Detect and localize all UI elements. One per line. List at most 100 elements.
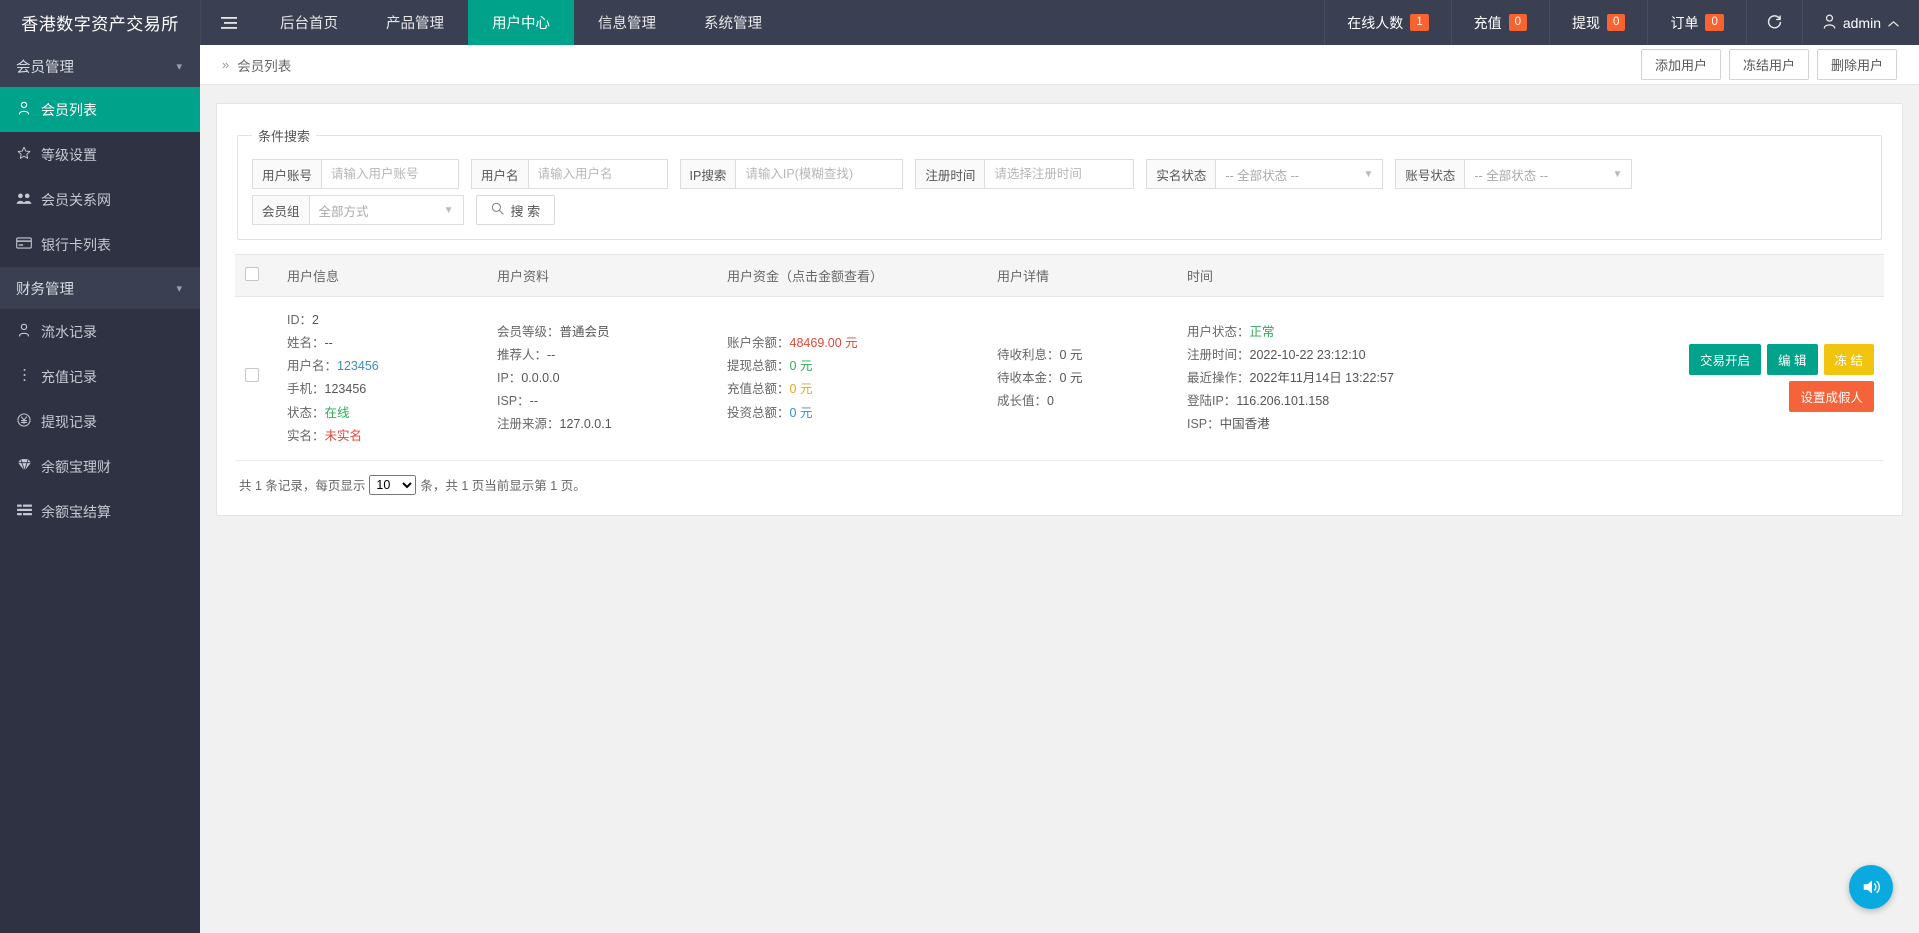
cell-user-profile: 会员等级：普通会员 推荐人：-- IP：0.0.0.0 ISP：-- 注册来源：… xyxy=(487,297,717,461)
field-label: 状态： xyxy=(287,406,325,420)
cell-actions: 交易开启 编 辑 冻 结 设置成假人 xyxy=(1467,297,1884,461)
delete-user-button[interactable]: 删除用户 xyxy=(1817,49,1897,80)
cell-user-info: ID：2 姓名：-- 用户名：123456 手机：123456 状态：在线 实名… xyxy=(277,297,487,461)
person-icon xyxy=(16,101,32,118)
edit-button[interactable]: 编 辑 xyxy=(1767,344,1817,375)
field-id: ID：2 xyxy=(287,309,477,332)
select-value: -- 全部状态 -- xyxy=(1474,165,1548,184)
field-label: 会员等级： xyxy=(497,325,560,339)
add-user-button[interactable]: 添加用户 xyxy=(1641,49,1721,80)
nav-item-info[interactable]: 信息管理 xyxy=(574,0,680,45)
sidebar-item-label: 余额宝结算 xyxy=(41,502,111,522)
pagination-suffix: 条，共 1 页当前显示第 1 页。 xyxy=(420,475,585,494)
sidebar-item-level-settings[interactable]: 等级设置 xyxy=(0,132,200,177)
field-investment-total: 投资总额：0 元 xyxy=(727,402,977,425)
filter-member-group: 会员组 全部方式 ▼ xyxy=(252,195,464,225)
field-value: -- xyxy=(325,336,333,350)
stat-recharge[interactable]: 充值 0 xyxy=(1451,0,1549,45)
table-head: 用户信息 用户资料 用户资金（点击金额查看） 用户详情 时间 xyxy=(235,255,1884,297)
page-size-select[interactable]: 10 20 50 100 xyxy=(369,475,416,495)
field-label: 注册时间： xyxy=(1187,348,1250,362)
sidebar-item-bank-card-list[interactable]: 银行卡列表 xyxy=(0,222,200,267)
sidebar-item-yuebao-wealth[interactable]: 余额宝理财 xyxy=(0,444,200,489)
freeze-user-button[interactable]: 冻结用户 xyxy=(1729,49,1809,80)
stat-order[interactable]: 订单 0 xyxy=(1647,0,1745,45)
column-actions xyxy=(1467,255,1884,297)
menu-icon[interactable] xyxy=(200,0,256,45)
refresh-icon[interactable] xyxy=(1746,0,1802,45)
field-value[interactable]: 0 元 xyxy=(790,382,813,396)
field-referrer: 推荐人：-- xyxy=(497,344,707,367)
field-online-status: 状态：在线 xyxy=(287,402,477,425)
member-list-panel: 条件搜索 用户账号 用户名 IP搜索 xyxy=(216,103,1903,516)
search-input-user-account[interactable] xyxy=(321,159,459,189)
field-label: 实名： xyxy=(287,429,325,443)
filter-label: 账号状态 xyxy=(1395,159,1464,189)
chevron-down-icon: ▼ xyxy=(1612,169,1622,180)
search-filter-section: 条件搜索 用户账号 用户名 IP搜索 xyxy=(237,126,1882,240)
select-account-status[interactable]: -- 全部状态 -- ▼ xyxy=(1464,159,1632,189)
search-button[interactable]: 搜 索 xyxy=(476,195,556,225)
set-as-fake-user-button[interactable]: 设置成假人 xyxy=(1789,381,1874,412)
field-value[interactable]: 0 元 xyxy=(790,406,813,420)
star-icon xyxy=(16,146,32,163)
filter-label: 用户账号 xyxy=(252,159,321,189)
table-header-row: 用户信息 用户资料 用户资金（点击金额查看） 用户详情 时间 xyxy=(235,255,1884,297)
sidebar-item-member-list[interactable]: 会员列表 xyxy=(0,87,200,132)
table-row: ID：2 姓名：-- 用户名：123456 手机：123456 状态：在线 实名… xyxy=(235,297,1884,461)
nav-item-dashboard[interactable]: 后台首页 xyxy=(256,0,362,45)
sidebar-item-recharge-records[interactable]: 充值记录 xyxy=(0,354,200,399)
field-label: 登陆IP： xyxy=(1187,394,1236,408)
sidebar-item-transaction-records[interactable]: 流水记录 xyxy=(0,309,200,354)
field-recharge-total: 充值总额：0 元 xyxy=(727,378,977,401)
select-all-checkbox[interactable] xyxy=(245,267,259,281)
chevron-up-icon xyxy=(1888,15,1899,31)
select-realname-status[interactable]: -- 全部状态 -- ▼ xyxy=(1215,159,1383,189)
field-value: 2022年11月14日 13:22:57 xyxy=(1250,371,1394,385)
field-label: 注册来源： xyxy=(497,417,560,431)
search-legend: 条件搜索 xyxy=(252,126,316,145)
field-label: 用户名： xyxy=(287,359,337,373)
nav-item-system[interactable]: 系统管理 xyxy=(680,0,786,45)
field-phone: 手机：123456 xyxy=(287,378,477,401)
trade-enable-button[interactable]: 交易开启 xyxy=(1689,344,1761,375)
field-value: 普通会员 xyxy=(560,325,610,339)
status-badge: 未实名 xyxy=(325,429,363,443)
sound-icon[interactable] xyxy=(1849,865,1893,909)
sidebar-group-finance-management[interactable]: 财务管理 ▾ xyxy=(0,267,200,309)
member-table: 用户信息 用户资料 用户资金（点击金额查看） 用户详情 时间 xyxy=(235,254,1884,461)
sidebar-group-member-management[interactable]: 会员管理 ▾ xyxy=(0,45,200,87)
field-value[interactable]: 48469.00 元 xyxy=(790,336,858,350)
field-login-ip: 登陆IP：116.206.101.158 xyxy=(1187,390,1457,413)
search-input-ip[interactable] xyxy=(735,159,903,189)
row-select-cell xyxy=(235,297,277,461)
field-label: 提现总额： xyxy=(727,359,790,373)
field-value[interactable]: 0 元 xyxy=(790,359,813,373)
sidebar-item-member-network[interactable]: 会员关系网 xyxy=(0,177,200,222)
filter-ip-search: IP搜索 xyxy=(680,159,904,189)
chevron-down-icon: ▼ xyxy=(1363,169,1373,180)
search-row-1: 用户账号 用户名 IP搜索 注册时间 xyxy=(252,159,1867,189)
nav-item-user-center[interactable]: 用户中心 xyxy=(468,0,574,45)
row-checkbox[interactable] xyxy=(245,368,259,382)
filter-label: 会员组 xyxy=(252,195,309,225)
nav-item-product[interactable]: 产品管理 xyxy=(362,0,468,45)
search-button-label: 搜 索 xyxy=(511,201,541,220)
select-member-group[interactable]: 全部方式 ▼ xyxy=(309,195,464,225)
stat-withdraw[interactable]: 提现 0 xyxy=(1549,0,1647,45)
search-input-user-name[interactable] xyxy=(528,159,668,189)
top-bar-right-group: 在线人数 1 充值 0 提现 0 订单 0 xyxy=(1324,0,1919,45)
field-register-source: 注册来源：127.0.0.1 xyxy=(497,413,707,436)
user-menu[interactable]: admin xyxy=(1802,0,1919,45)
sidebar-item-withdraw-records[interactable]: 提现记录 xyxy=(0,399,200,444)
chevron-down-icon: ▾ xyxy=(176,60,182,73)
diamond-icon xyxy=(16,458,32,475)
stat-withdraw-label: 提现 xyxy=(1572,13,1600,33)
list-icon xyxy=(16,504,32,519)
search-input-register-time[interactable] xyxy=(984,159,1134,189)
freeze-button[interactable]: 冻 结 xyxy=(1824,344,1874,375)
field-value[interactable]: 123456 xyxy=(337,359,379,373)
breadcrumb-actions: 添加用户 冻结用户 删除用户 xyxy=(1641,49,1897,80)
stat-online-count[interactable]: 在线人数 1 xyxy=(1324,0,1450,45)
sidebar-item-yuebao-settlement[interactable]: 余额宝结算 xyxy=(0,489,200,534)
